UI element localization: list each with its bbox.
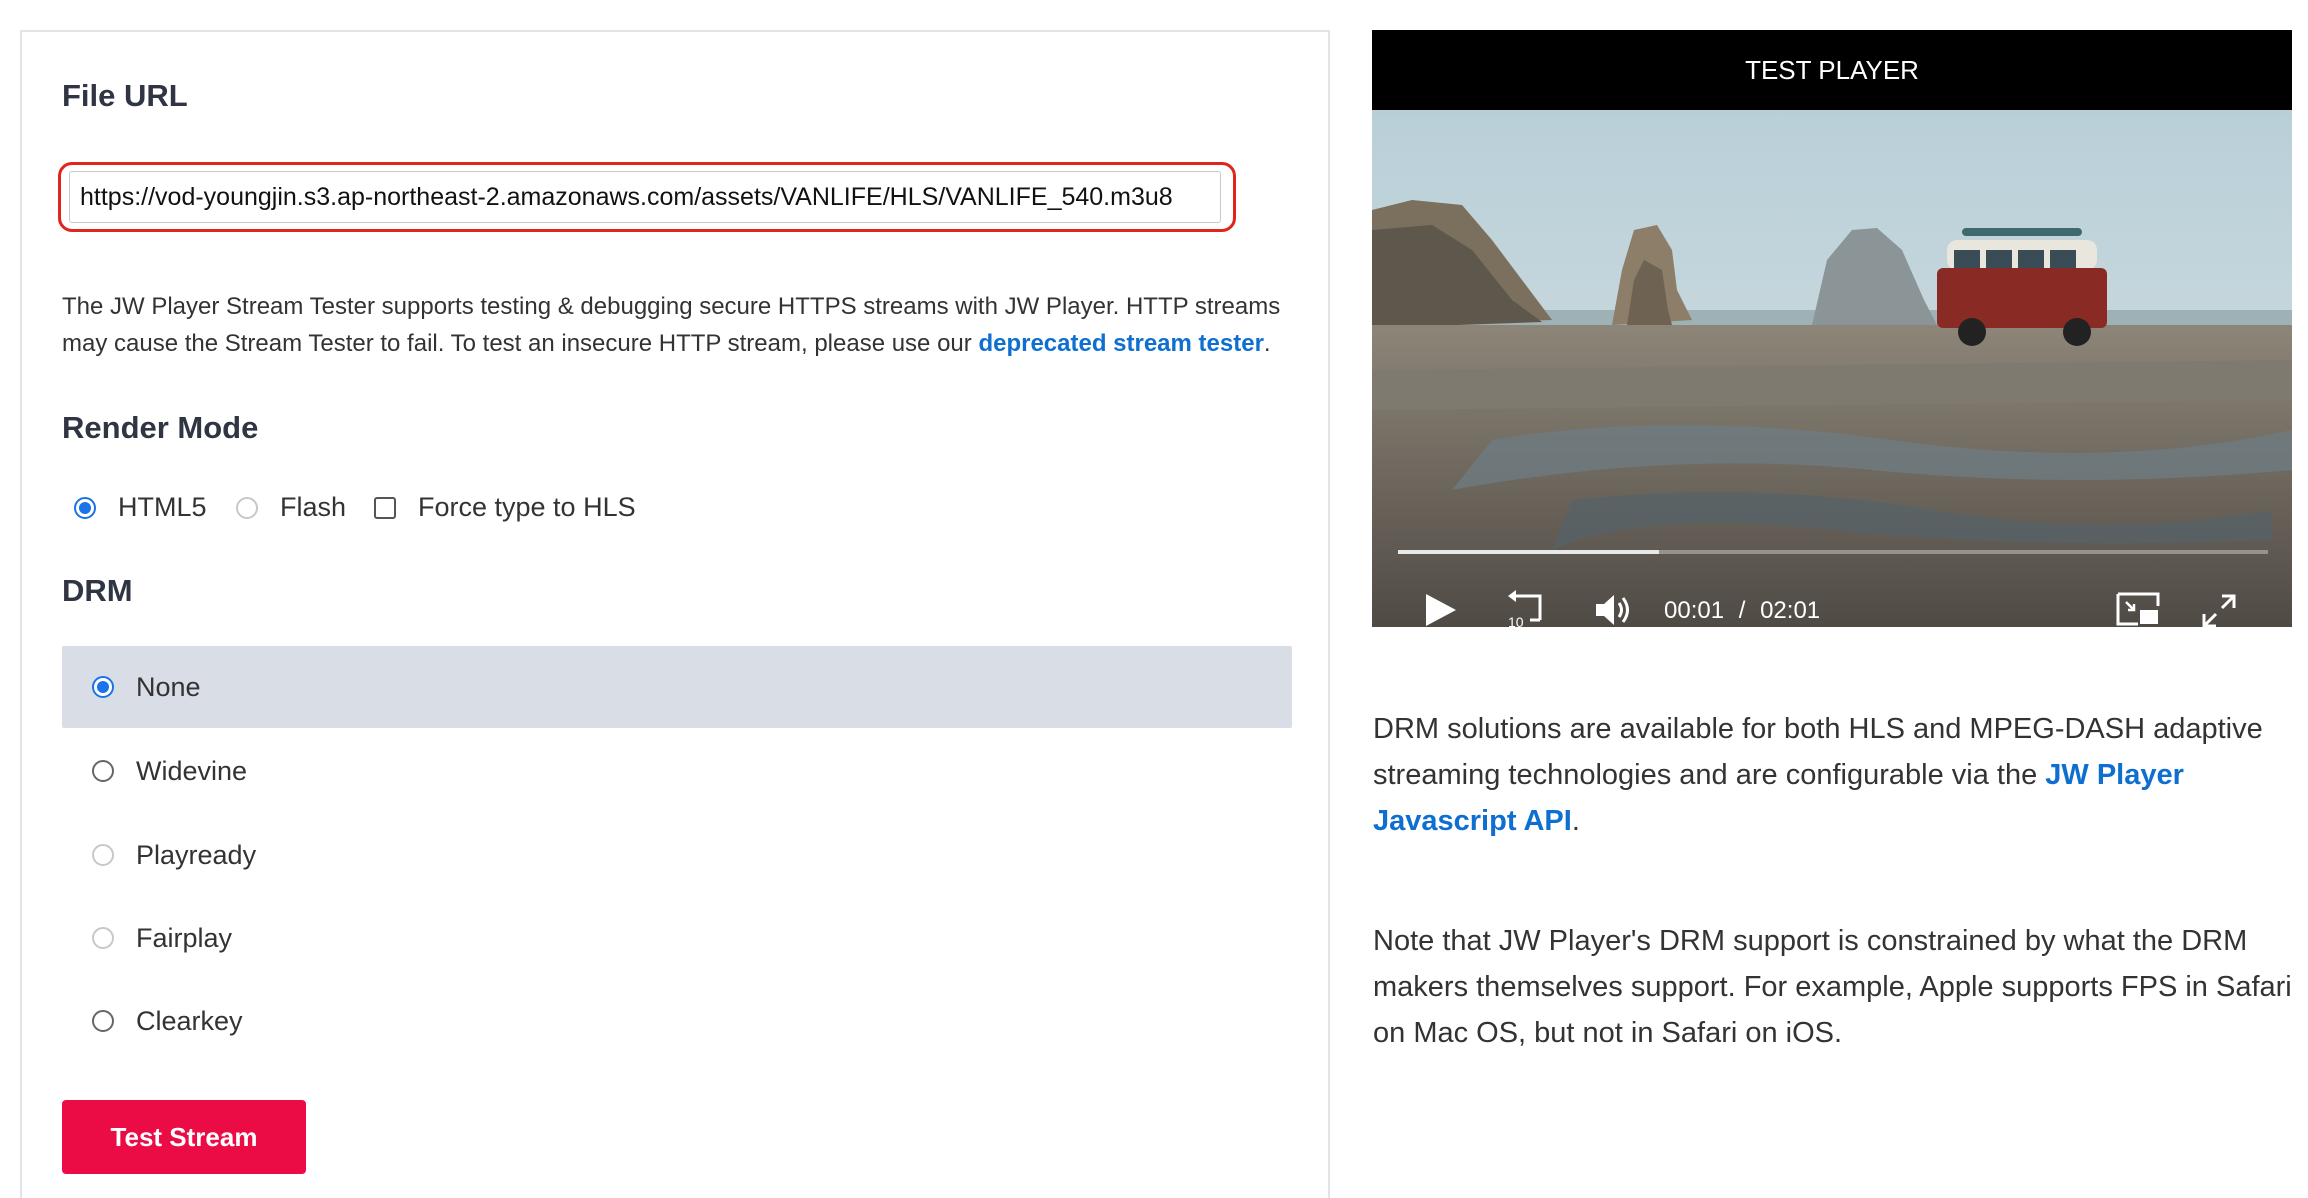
- drm-info-paragraph: DRM solutions are available for both HLS…: [1373, 706, 2293, 844]
- player-title: TEST PLAYER: [1372, 30, 2292, 110]
- rewind-10-icon[interactable]: 10: [1504, 590, 1546, 627]
- drm-info-end: .: [1571, 805, 1580, 837]
- render-mode-heading: Render Mode: [62, 410, 259, 445]
- flash-radio[interactable]: [236, 496, 258, 519]
- drm-fairplay-radio[interactable]: [92, 927, 114, 949]
- video-area[interactable]: 10 00:01 / 02:01: [1372, 110, 2292, 627]
- volume-icon[interactable]: [1594, 592, 1634, 627]
- file-url-highlight: [58, 162, 1236, 232]
- render-mode-html5[interactable]: HTML5: [74, 492, 207, 523]
- time-display: 00:01 / 02:01: [1664, 597, 1820, 625]
- force-hls-option[interactable]: Force type to HLS: [374, 492, 636, 523]
- current-time: 00:01: [1664, 597, 1725, 624]
- time-separator: /: [1738, 597, 1746, 624]
- drm-option-clearkey[interactable]: Clearkey: [62, 980, 1292, 1062]
- force-hls-checkbox[interactable]: [374, 496, 396, 519]
- drm-option-none[interactable]: None: [62, 646, 1292, 728]
- fullscreen-icon[interactable]: [2202, 594, 2236, 627]
- file-url-heading: File URL: [62, 78, 188, 113]
- https-description: The JW Player Stream Tester supports tes…: [62, 288, 1302, 362]
- flash-label: Flash: [280, 492, 347, 522]
- drm-note-paragraph: Note that JW Player's DRM support is con…: [1373, 925, 2292, 1049]
- render-mode-flash[interactable]: Flash: [236, 492, 346, 523]
- drm-widevine-radio[interactable]: [92, 760, 114, 782]
- drm-clearkey-label: Clearkey: [136, 1005, 243, 1036]
- drm-widevine-label: Widevine: [136, 755, 248, 786]
- drm-none-radio[interactable]: [92, 676, 114, 698]
- duration: 02:01: [1760, 597, 1821, 624]
- rewind-label: 10: [1508, 614, 1524, 627]
- html5-label: HTML5: [118, 492, 207, 522]
- html5-radio[interactable]: [74, 496, 96, 519]
- description-end: .: [1263, 330, 1271, 357]
- drm-none-label: None: [136, 671, 201, 702]
- file-url-input[interactable]: [69, 171, 1221, 223]
- play-icon[interactable]: [1422, 592, 1458, 627]
- deprecated-stream-tester-link[interactable]: deprecated stream tester: [978, 330, 1263, 357]
- drm-clearkey-radio[interactable]: [92, 1010, 114, 1032]
- drm-playready-label: Playready: [136, 839, 257, 870]
- drm-fairplay-label: Fairplay: [136, 922, 233, 953]
- progress-bar[interactable]: [1398, 550, 2268, 554]
- progress-fill: [1398, 550, 1659, 554]
- force-hls-label: Force type to HLS: [418, 492, 636, 522]
- drm-option-playready[interactable]: Playready: [62, 814, 1292, 896]
- drm-heading: DRM: [62, 573, 133, 608]
- drm-option-fairplay[interactable]: Fairplay: [62, 897, 1292, 979]
- drm-option-widevine[interactable]: Widevine: [62, 730, 1292, 812]
- test-stream-button[interactable]: Test Stream: [62, 1100, 306, 1174]
- drm-playready-radio[interactable]: [92, 844, 114, 866]
- picture-in-picture-icon[interactable]: [2116, 592, 2160, 626]
- test-player: TEST PLAYER 10 00:01 / 02:01: [1372, 30, 2292, 627]
